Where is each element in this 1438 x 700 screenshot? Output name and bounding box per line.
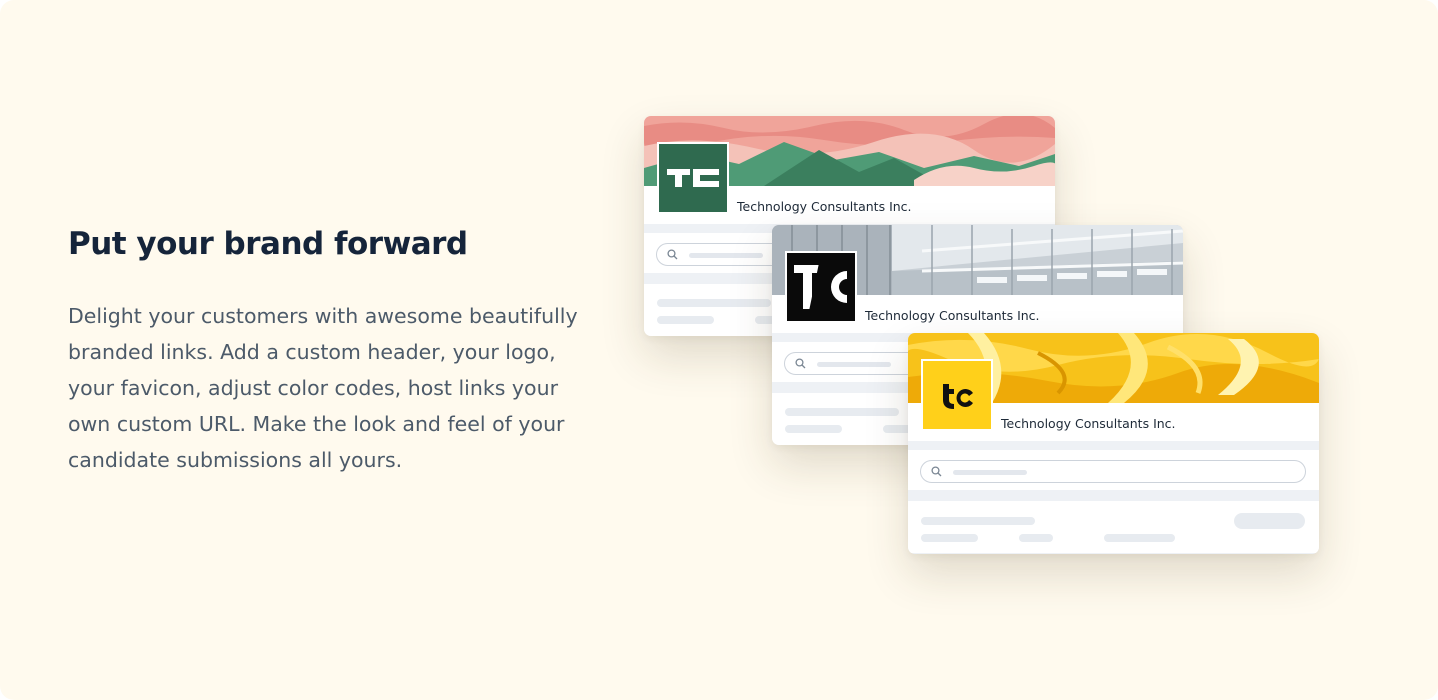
tc-logo-mark	[794, 263, 847, 311]
feature-description: Delight your customers with awesome beau…	[68, 304, 578, 472]
search-input[interactable]	[920, 460, 1306, 483]
tc-logo-mark	[667, 169, 719, 187]
feature-heading: Put your brand forward	[68, 226, 468, 262]
company-logo	[657, 142, 729, 214]
search-icon	[795, 358, 806, 369]
company-name: Technology Consultants Inc.	[1001, 416, 1176, 431]
company-logo	[921, 359, 993, 431]
company-name: Technology Consultants Inc.	[737, 199, 912, 214]
company-name: Technology Consultants Inc.	[865, 308, 1040, 323]
tc-logo-mark	[943, 384, 973, 409]
company-logo	[785, 251, 857, 323]
feature-panel: Put your brand forward Delight your cust…	[0, 0, 1438, 700]
brand-preview-card-3: Technology Consultants Inc.	[908, 333, 1319, 554]
search-placeholder-line	[953, 470, 1027, 475]
search-icon	[931, 466, 942, 477]
search-placeholder-line	[817, 362, 891, 367]
search-placeholder-line	[689, 253, 763, 258]
search-icon	[667, 249, 678, 260]
list-skeleton	[908, 501, 1319, 553]
